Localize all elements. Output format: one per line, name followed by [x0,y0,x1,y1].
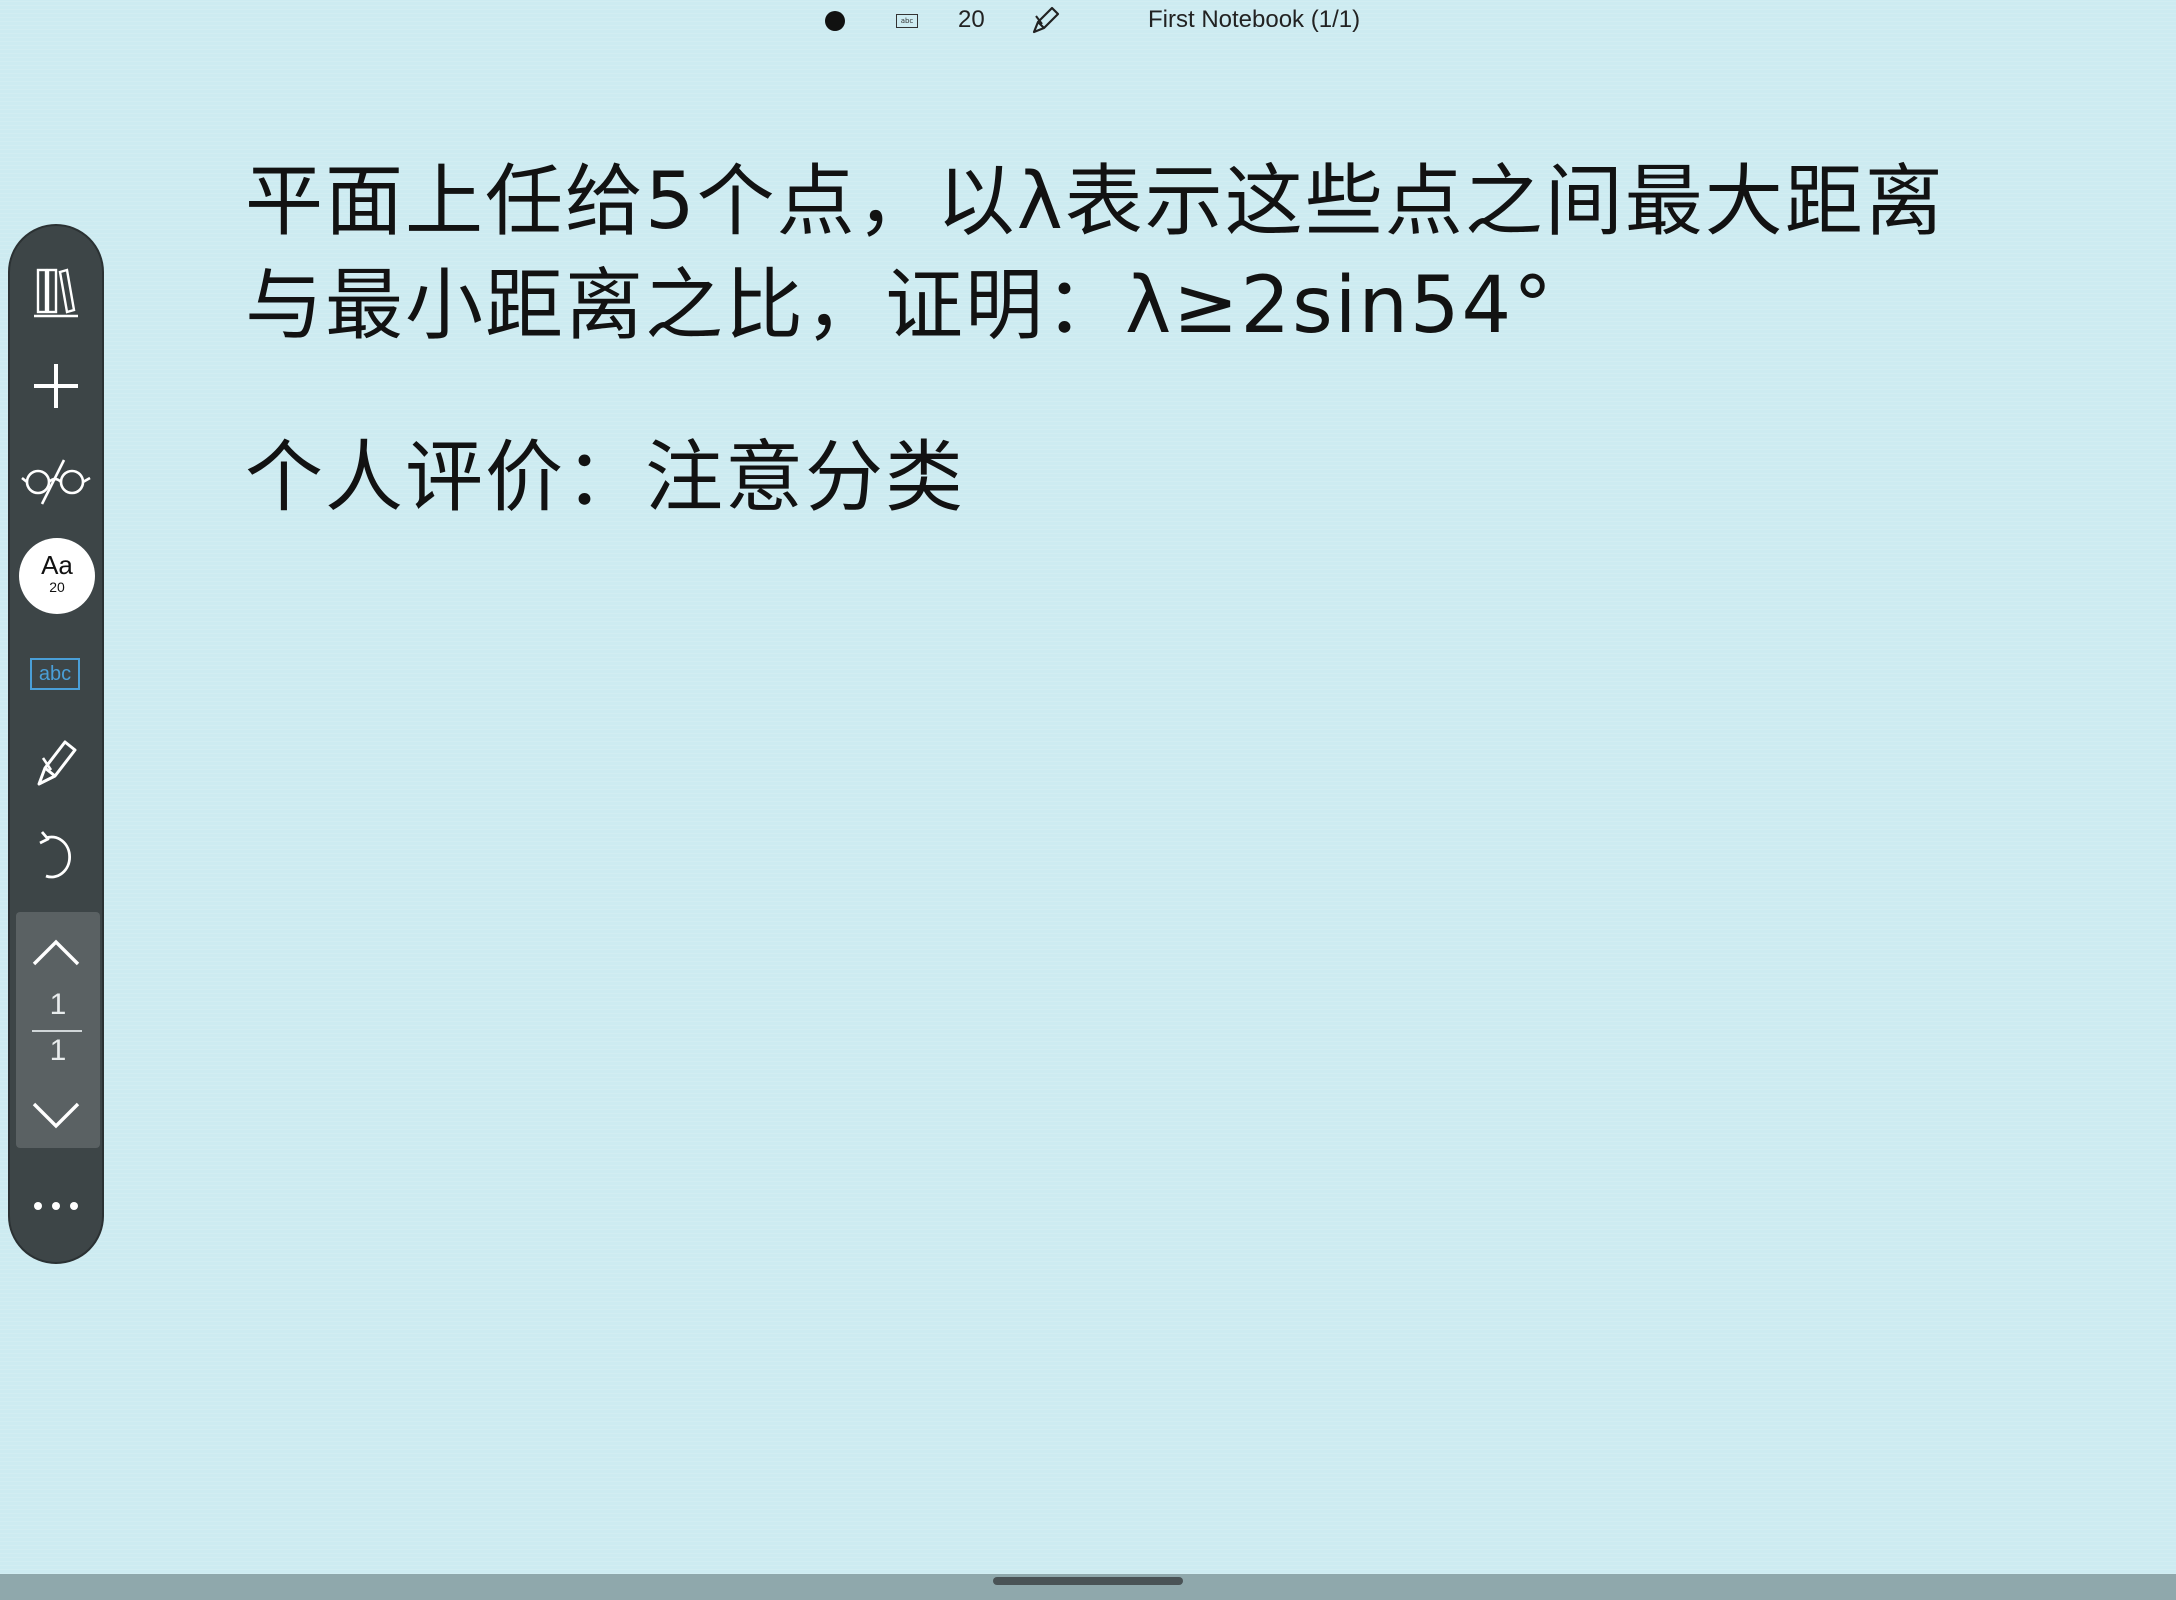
undo-button[interactable] [10,824,102,888]
plus-icon [34,364,78,408]
chevron-up-icon [32,939,80,966]
library-icon [34,268,78,318]
glasses-icon [21,459,91,505]
add-page-button[interactable] [10,354,102,418]
status-bar: abc 20 First Notebook (1/1) [0,0,2176,48]
font-button[interactable]: Aa 20 [19,538,95,614]
text-mode-button[interactable]: abc [30,658,80,690]
notebook-title[interactable]: First Notebook (1/1) [1148,6,1360,34]
font-size-indicator[interactable]: 20 [958,6,985,34]
pen-icon[interactable] [1028,2,1064,38]
library-button[interactable] [10,260,102,324]
side-toolbar: Aa 20 abc 1 1 [8,224,104,1264]
note-line: 与最小距离之比，证明：λ≥2sin54° [245,261,1555,351]
page-divider [32,1030,82,1032]
current-page: 1 [49,988,67,1021]
font-label: Aa [41,550,73,580]
text-mode-icon[interactable]: abc [896,14,918,28]
undo-icon [39,831,71,879]
note-line: 平面上任给5个点，以λ表示这些点之间最大距离 [245,157,1945,247]
total-pages: 1 [49,1034,67,1067]
font-size-label: 20 [49,579,65,595]
next-page-button[interactable] [10,1090,102,1142]
note-content[interactable]: 平面上任给5个点，以λ表示这些点之间最大距离 与最小距离之比，证明：λ≥2sin… [245,150,1985,530]
note-line: 个人评价：注意分类 [245,433,966,523]
pen-color-dot-icon[interactable] [825,11,845,31]
more-button[interactable] [10,1174,102,1238]
pen-icon [37,740,77,786]
home-indicator[interactable] [993,1577,1183,1585]
chevron-down-icon [32,1102,80,1129]
read-mode-button[interactable] [10,450,102,514]
pen-button[interactable] [10,728,102,796]
previous-page-button[interactable] [10,926,102,978]
page-navigator: 1 1 [16,912,100,1148]
more-icon [34,1202,78,1210]
